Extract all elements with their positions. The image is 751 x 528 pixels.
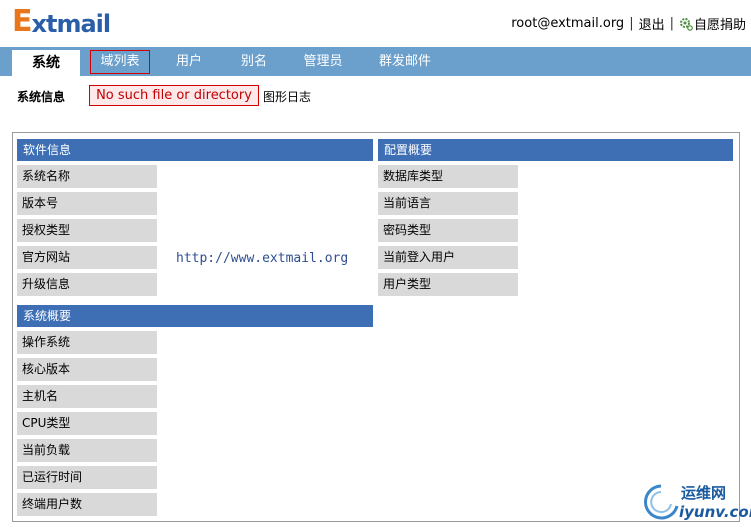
logout-link[interactable]: 退出 — [639, 14, 665, 33]
user-bar: root@extmail.org | 退出 | 自愿捐助 — [511, 14, 746, 33]
sub-nav-system-info[interactable]: 系统信息 — [17, 88, 65, 105]
graph-log-link[interactable]: 图形日志 — [263, 88, 311, 105]
config-row-label: 密码类型 — [378, 219, 518, 242]
software-info-header: 软件信息 — [17, 139, 373, 161]
system-row-label: CPU类型 — [17, 412, 157, 435]
tab-users[interactable]: 用户 — [160, 47, 218, 76]
error-message: No such file or directory — [89, 85, 259, 106]
config-summary-header: 配置概要 — [378, 139, 733, 161]
software-row-label: 授权类型 — [17, 219, 157, 242]
software-row-label: 版本号 — [17, 192, 157, 215]
tab-system[interactable]: 系统 — [12, 50, 80, 76]
extmail-logo: Extmail — [12, 4, 112, 40]
main-nav: 系统 域列表 用户 别名 管理员 群发邮件 — [0, 47, 751, 76]
system-row-label: 核心版本 — [17, 358, 157, 381]
logo-letter-e: E — [12, 4, 32, 39]
watermark-text: 运维网 — [681, 484, 727, 502]
watermark-logo-icon — [644, 484, 679, 520]
system-row-label: 终端用户数 — [17, 493, 157, 516]
tab-aliases[interactable]: 别名 — [226, 47, 282, 76]
system-row-label: 主机名 — [17, 385, 157, 408]
separator: | — [629, 16, 634, 31]
system-row-label: 当前负载 — [17, 439, 157, 462]
system-summary-header: 系统概要 — [17, 305, 373, 327]
system-info-panel: 软件信息 系统名称 版本号 授权类型 官方网站 http://www.extma… — [12, 132, 740, 522]
current-user: root@extmail.org — [511, 16, 625, 31]
tab-admins[interactable]: 管理员 — [292, 47, 354, 76]
config-row-label: 当前语言 — [378, 192, 518, 215]
watermark-url: iyunv.com — [679, 503, 751, 521]
software-row-label: 官方网站 — [17, 246, 157, 269]
system-row-label: 操作系统 — [17, 331, 157, 354]
tab-domain-list[interactable]: 域列表 — [90, 50, 150, 74]
sub-nav: 系统信息 No such file or directory 图形日志 — [0, 84, 751, 108]
config-row-label: 当前登入用户 — [378, 246, 518, 269]
system-row-label: 已运行时间 — [17, 466, 157, 489]
config-row-label: 用户类型 — [378, 273, 518, 296]
official-website-value[interactable]: http://www.extmail.org — [176, 247, 348, 270]
config-row-label: 数据库类型 — [378, 165, 518, 188]
logo-text: xtmail — [31, 10, 112, 38]
donate-link[interactable]: 自愿捐助 — [694, 14, 746, 33]
tab-mass-mail[interactable]: 群发邮件 — [366, 47, 444, 76]
watermark: 运维网 iyunv.com — [639, 480, 751, 524]
software-row-label: 系统名称 — [17, 165, 157, 188]
software-row-label: 升级信息 — [17, 273, 157, 296]
separator: | — [669, 16, 674, 31]
gear-icon — [679, 17, 693, 31]
